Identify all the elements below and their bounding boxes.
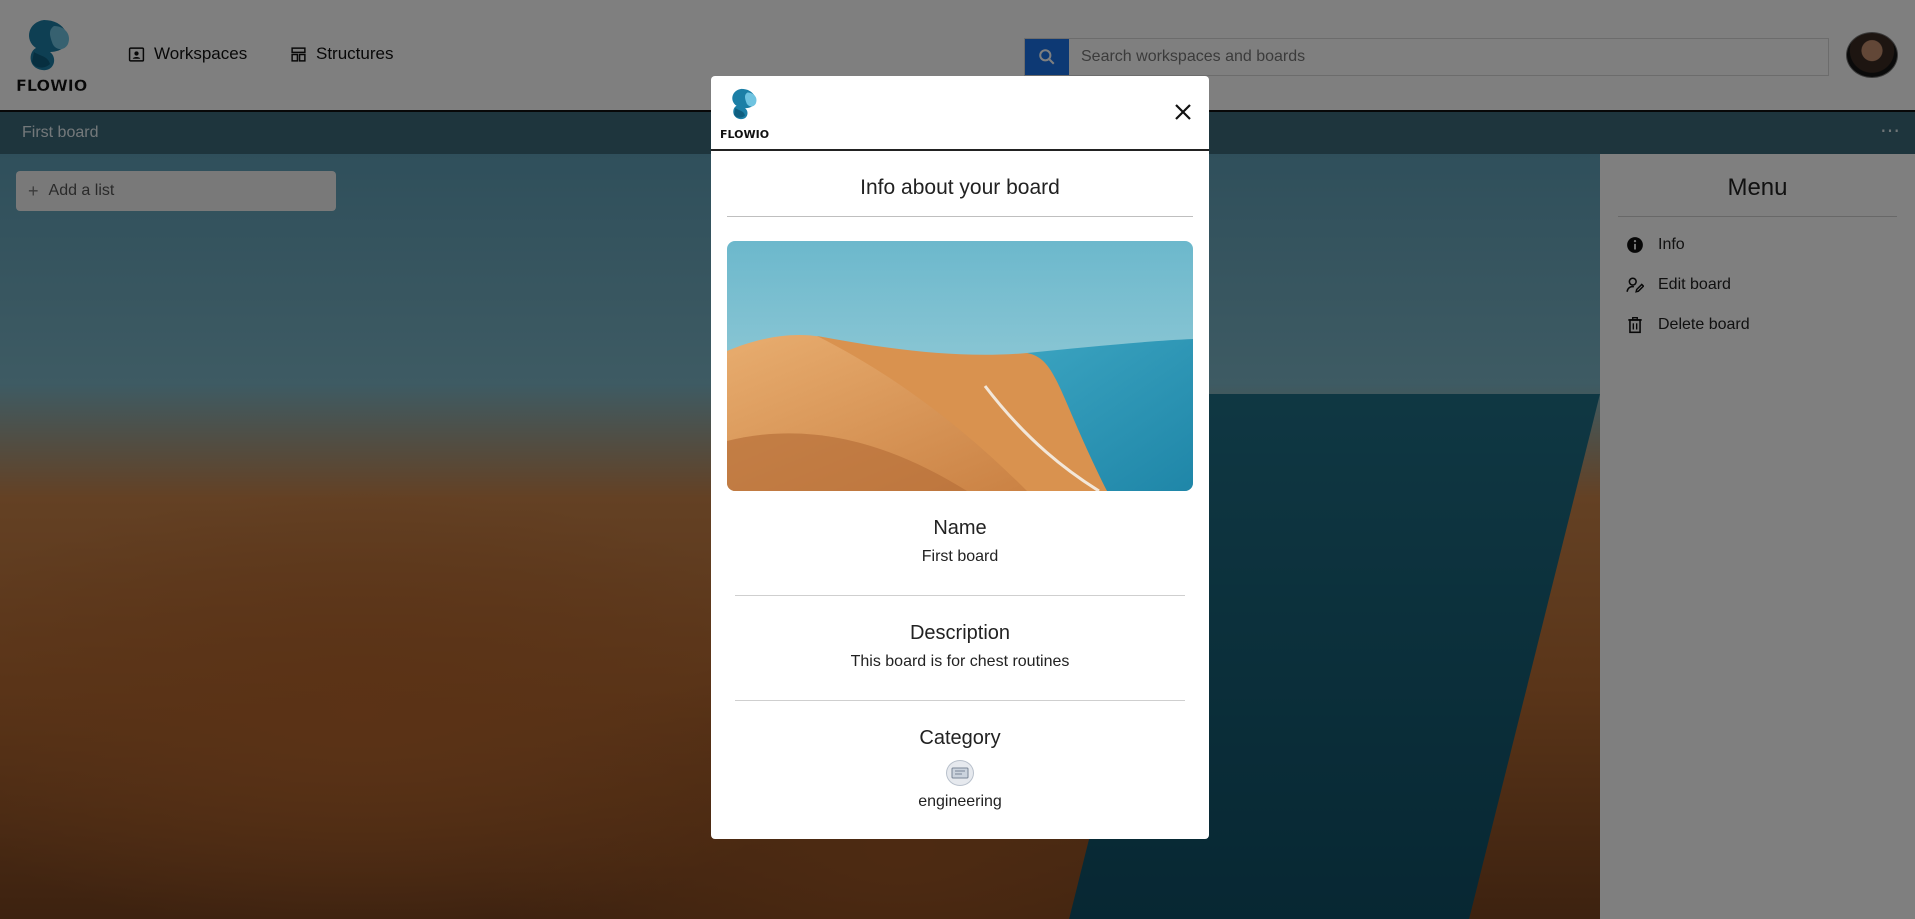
name-label: Name <box>933 517 987 539</box>
name-value: First board <box>921 548 999 565</box>
name-divider <box>735 595 1185 596</box>
close-icon[interactable] <box>1169 98 1197 126</box>
board-info-modal: FLOWIO Info about your board Name First … <box>711 76 1209 839</box>
modal-header: FLOWIO <box>711 76 1209 151</box>
description-label: Description <box>909 622 1011 644</box>
category-label: Category <box>919 727 1001 749</box>
category-engineering-icon <box>946 760 974 786</box>
modal-title-divider <box>727 216 1193 217</box>
category-value: engineering <box>918 793 1002 810</box>
description-value: This board is for chest routines <box>850 653 1070 670</box>
description-divider <box>735 700 1185 701</box>
modal-logo-text: FLOWIO <box>720 128 770 141</box>
board-cover-image <box>727 241 1193 491</box>
modal-title: Info about your board <box>860 176 1060 199</box>
